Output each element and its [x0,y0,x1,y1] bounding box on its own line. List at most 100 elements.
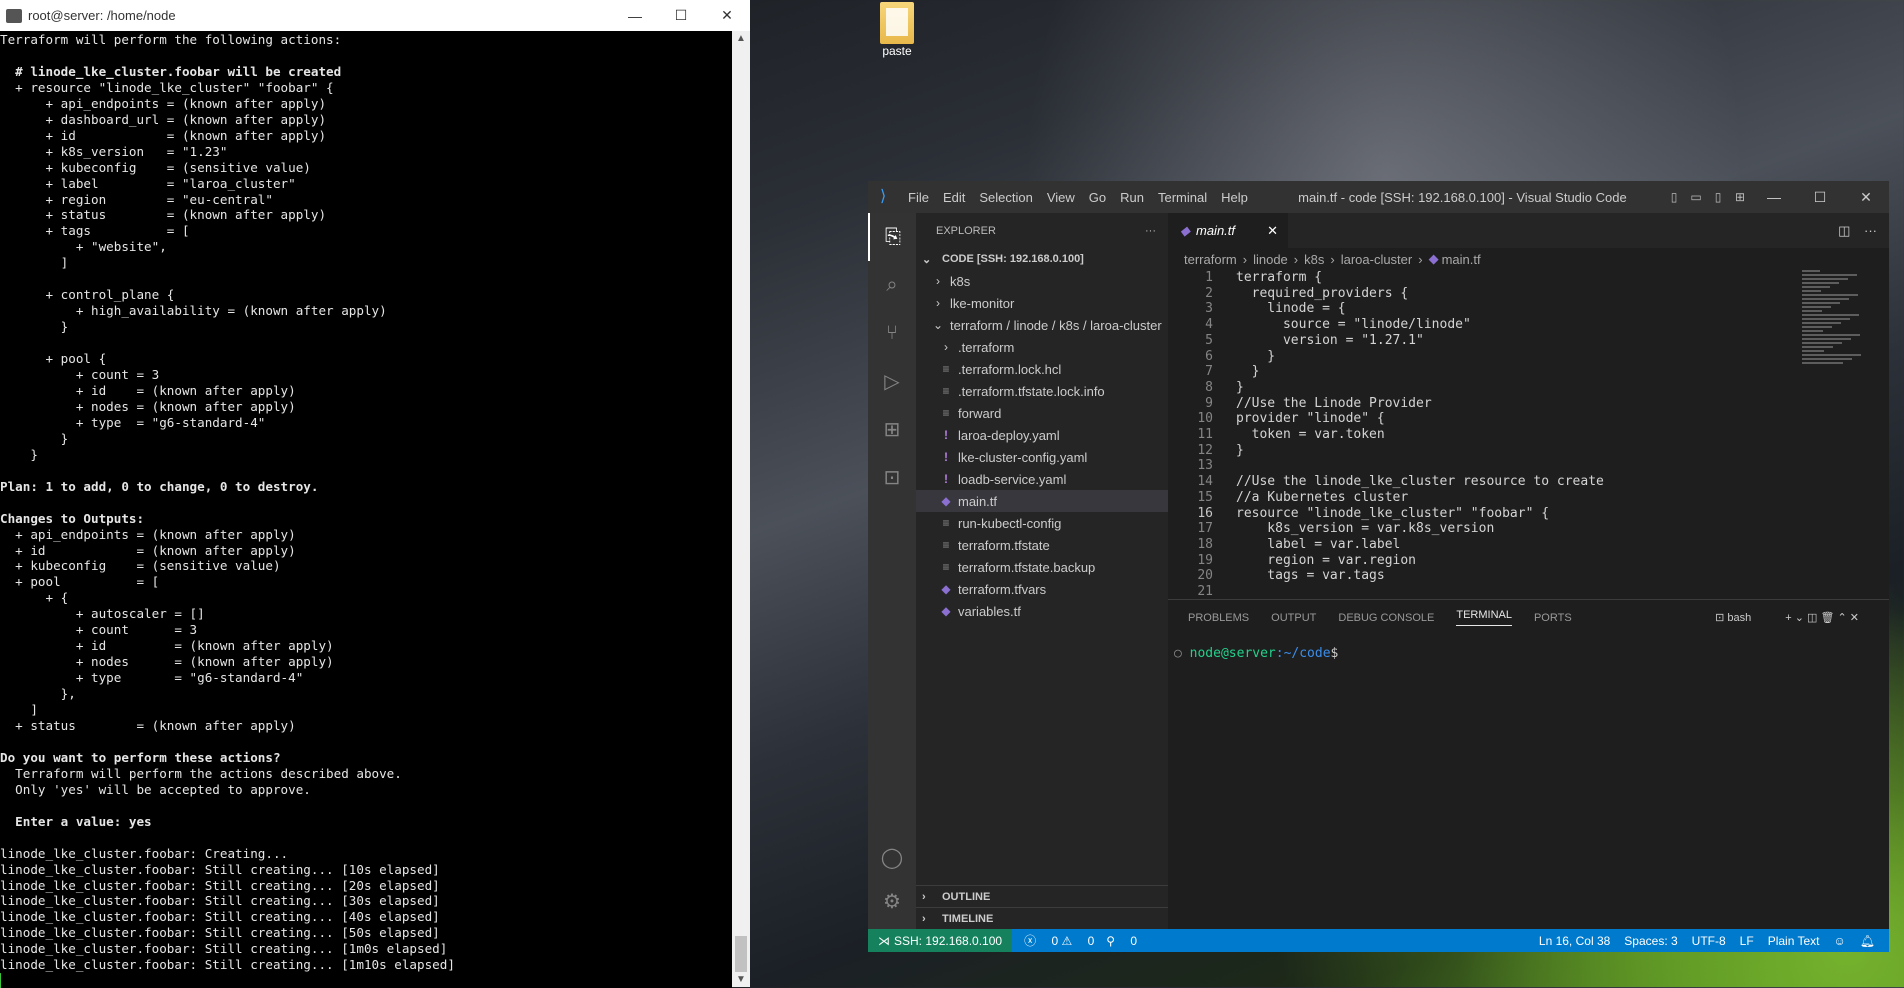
encoding[interactable]: UTF-8 [1692,934,1726,948]
menu-item-run[interactable]: Run [1120,190,1144,205]
maximize-button[interactable]: ☐ [658,7,704,24]
terminal-output[interactable]: Terraform will perform the following act… [0,31,732,988]
workspace-root[interactable]: ⌄ CODE [SSH: 192.168.0.100] [916,248,1168,270]
tree-item[interactable]: ◆ main.tf [916,490,1168,512]
tree-item[interactable]: ≡ terraform.tfstate [916,534,1168,556]
menu-item-edit[interactable]: Edit [943,190,965,205]
tree-item[interactable]: ⌄ terraform / linode / k8s / laroa-cluste… [916,314,1168,336]
indentation[interactable]: Spaces: 3 [1624,934,1677,948]
terminal-prompt[interactable]: ○ node@server:~/code$ [1168,635,1889,661]
breadcrumb-item[interactable]: k8s [1304,252,1324,267]
run-debug-icon[interactable]: ▷ [868,357,916,405]
menu-item-file[interactable]: File [908,190,929,205]
close-tab-icon[interactable]: ✕ [1267,223,1278,239]
tree-item[interactable]: ! lke-cluster-config.yaml [916,446,1168,468]
tree-item[interactable]: › .terraform [916,336,1168,358]
accounts-icon[interactable]: ◯ [868,833,916,881]
tree-item[interactable]: ≡ forward [916,402,1168,424]
notifications-bell-icon[interactable]: 🔔︎ [1860,934,1875,948]
problems-indicator[interactable]: ⓧ 0 ⚠ 0 [1024,932,1094,949]
terminal-line: linode_lke_cluster.foobar: Still creatin… [0,877,440,893]
code-editor[interactable]: 1 terraform {2 required_providers {3 lino… [1168,270,1889,599]
minimap-line [1802,350,1824,352]
panel-tab-debug-console[interactable]: DEBUG CONSOLE [1338,612,1434,624]
menu-bar: File Edit Selection View Go Run Terminal Help [908,190,1262,205]
menu-item-help[interactable]: Help [1221,190,1248,205]
terminal-line: Changes to Outputs: [0,510,145,526]
remote-indicator[interactable]: ⋊ SSH: 192.168.0.100 [868,929,1013,952]
terminal-line: ] [0,255,69,271]
putty-title-bar[interactable]: root@server: /home/node — ☐ ✕ [0,0,750,32]
menu-item-go[interactable]: Go [1089,190,1106,205]
panel-tab-output[interactable]: OUTPUT [1271,612,1316,624]
menu-item-terminal[interactable]: Terminal [1158,190,1207,205]
ports-count: 0 [1130,933,1138,948]
tree-item[interactable]: ≡ run-kubectl-config [916,512,1168,534]
minimize-button[interactable]: — [1751,189,1797,205]
tree-item[interactable]: ! laroa-deploy.yaml [916,424,1168,446]
minimap[interactable] [1802,270,1872,390]
panel-tab-problems[interactable]: PROBLEMS [1188,612,1249,624]
terminal-line: + status = (known after apply) [0,207,327,223]
panel-tab-ports[interactable]: PORTS [1534,612,1572,624]
chevron-right-icon: › [1418,251,1423,267]
tree-item-label: run-kubectl-config [958,515,1062,531]
explorer-icon[interactable]: ⎘ [868,213,916,261]
terminal-scrollbar[interactable]: ▲ ▼ [732,31,750,987]
breadcrumb-item[interactable]: linode [1253,252,1288,267]
terminal-line: + region = "eu-central" [0,191,273,207]
feedback-icon[interactable]: ☺ [1834,934,1846,948]
tree-item[interactable]: ! loadb-service.yaml [916,468,1168,490]
scrollbar-thumb[interactable] [735,936,747,972]
tree-item[interactable]: › lke-monitor [916,292,1168,314]
menu-item-selection[interactable]: Selection [979,190,1032,205]
toggle-secondary-sidebar-icon[interactable]: ▯ [1707,190,1729,204]
vscode-title-bar[interactable]: ⟩ File Edit Selection View Go Run Terminal Help… [868,181,1889,213]
scroll-down-icon[interactable]: ▼ [732,974,750,985]
close-button[interactable]: ✕ [704,7,750,24]
settings-gear-icon[interactable]: ⚙ [868,877,916,925]
source-control-icon[interactable]: ⑂ [868,309,916,357]
outline-section[interactable]: › OUTLINE [916,885,1174,908]
code-line: } [1236,442,1244,458]
maximize-button[interactable]: ☐ [1797,189,1843,206]
language-mode[interactable]: Plain Text [1768,934,1820,948]
putty-icon [6,8,22,23]
toggle-panel-icon[interactable]: ▭ [1685,190,1707,204]
tree-item[interactable]: ≡ .terraform.lock.hcl [916,358,1168,380]
line-number: 8 [1205,379,1213,395]
tree-item[interactable]: › k8s [916,270,1168,292]
shell-selector[interactable]: ⊡ bash [1715,612,1751,624]
desktop-folder-paste[interactable]: paste [876,2,918,58]
ports-indicator[interactable]: ⚲ 0 [1106,934,1137,948]
menu-item-view[interactable]: View [1047,190,1075,205]
minimize-button[interactable]: — [612,8,658,24]
text-file-icon: ≡ [942,560,950,574]
close-button[interactable]: ✕ [1843,189,1889,206]
tree-item[interactable]: ◆ terraform.tfvars [916,578,1168,600]
remote-label: SSH: 192.168.0.100 [894,933,1003,948]
new-terminal-plus-icon[interactable]: + ⌄ ◫ 🗑︎ ⌃ ✕ [1785,612,1859,624]
tree-item[interactable]: ≡ terraform.tfstate.backup [916,556,1168,578]
extensions-icon[interactable]: ⊞ [868,405,916,453]
tree-item-label: .terraform.tfstate.lock.info [958,383,1105,399]
breadcrumb: terraform › linode › k8s › laroa-cluster › ◆ main… [1168,248,1889,270]
panel-tab-terminal[interactable]: TERMINAL [1456,609,1512,626]
breadcrumb-item[interactable]: laroa-cluster [1341,252,1413,267]
split-editor-icon[interactable]: ◫ [1838,223,1850,238]
more-actions-icon[interactable]: ··· [1145,225,1156,237]
end-of-line[interactable]: LF [1740,934,1754,948]
toggle-sidebar-icon[interactable]: ▯ [1663,190,1685,204]
tab-main-tf[interactable]: ◆ main.tf ✕ [1168,213,1288,248]
search-icon[interactable]: ⌕ [868,261,916,309]
tree-item[interactable]: ◆ variables.tf [916,600,1168,622]
breadcrumb-item[interactable]: main.tf [1442,252,1481,267]
customize-layout-icon[interactable]: ⊞ [1729,190,1751,204]
cursor-position[interactable]: Ln 16, Col 38 [1539,934,1610,948]
timeline-section[interactable]: › TIMELINE [916,907,1174,930]
tree-item[interactable]: ≡ .terraform.tfstate.lock.info [916,380,1168,402]
remote-explorer-icon[interactable]: ⊡ [868,453,916,501]
breadcrumb-item[interactable]: terraform [1184,252,1237,267]
scroll-up-icon[interactable]: ▲ [732,33,750,44]
more-actions-icon[interactable]: ··· [1864,223,1877,238]
